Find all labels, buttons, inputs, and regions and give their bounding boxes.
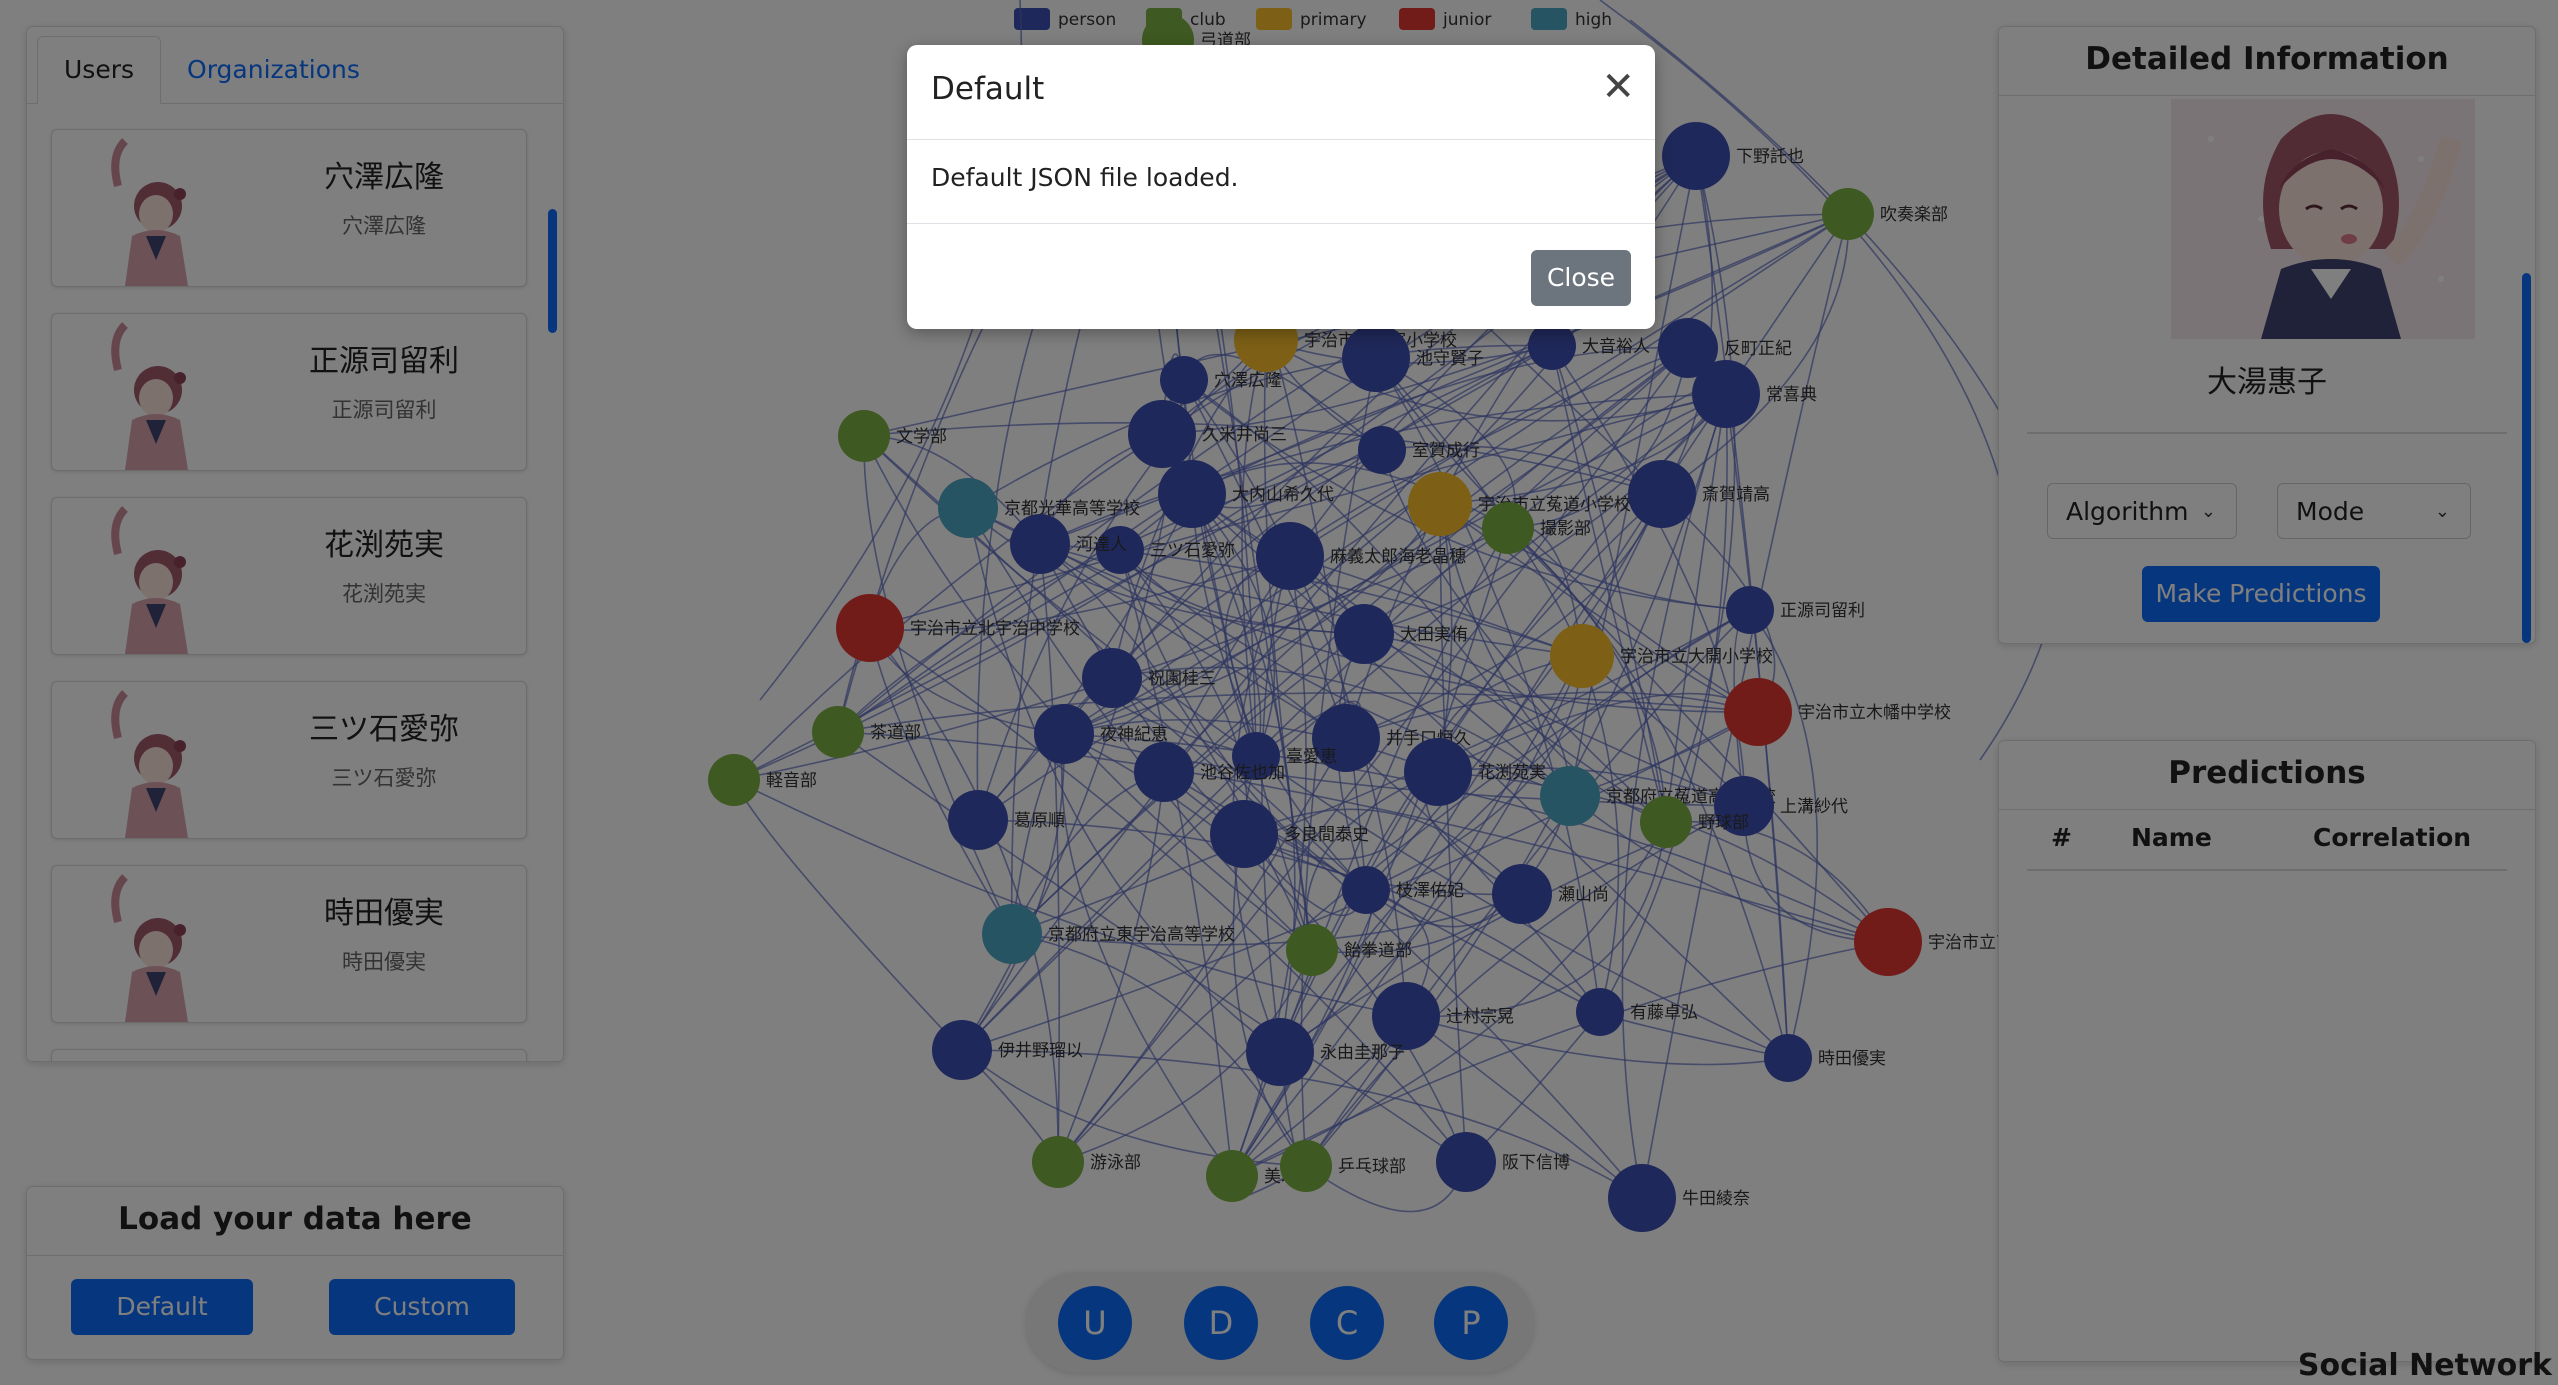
close-button[interactable]: Close — [1531, 250, 1631, 306]
modal-title: Default — [931, 71, 1045, 107]
divider — [907, 223, 1655, 224]
modal-message: Default JSON file loaded. — [931, 163, 1239, 192]
divider — [907, 139, 1655, 140]
close-icon[interactable]: ✕ — [1601, 67, 1635, 107]
default-modal: Default ✕ Default JSON file loaded. Clos… — [907, 45, 1655, 329]
